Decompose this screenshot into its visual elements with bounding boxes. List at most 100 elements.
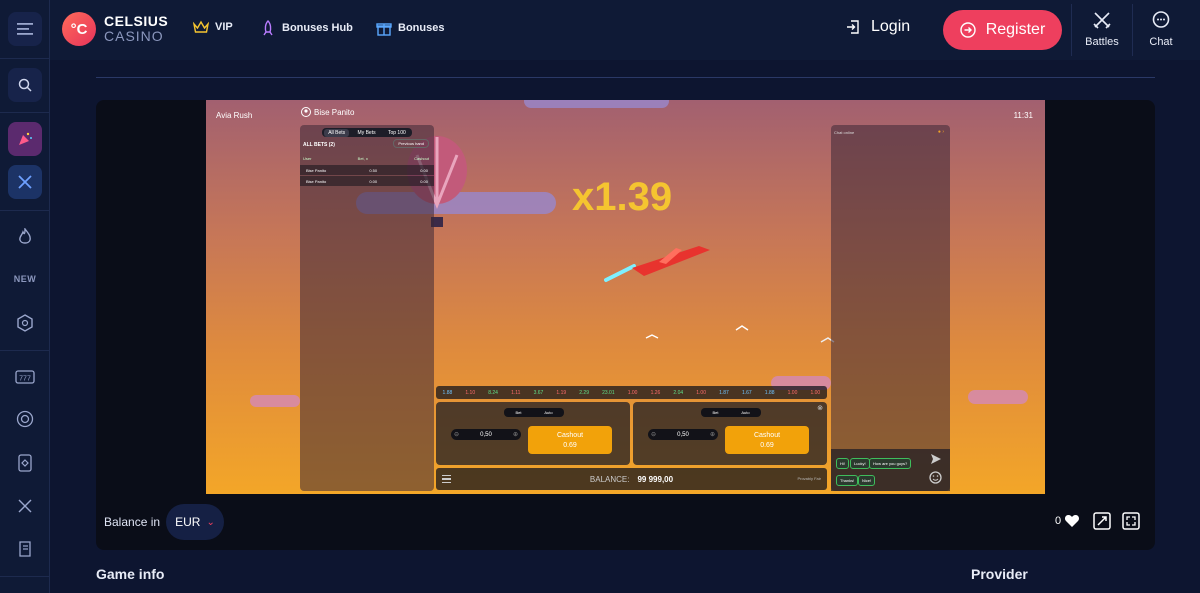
chevron-down-icon: ⌄ [206, 516, 215, 528]
game-canvas[interactable]: Avia Rush Bise Panito 11:31 x1.39 All Be… [206, 100, 1045, 494]
minus-icon[interactable]: ⊖ [454, 431, 459, 438]
chat-quick-reply[interactable]: Lucky! [850, 458, 870, 469]
gift-icon [376, 23, 392, 36]
search-button[interactable] [8, 68, 42, 102]
sidebar-item-new[interactable]: NEW [0, 274, 50, 284]
chat-panel-title: Chat online [834, 130, 855, 135]
user-icon [301, 107, 311, 117]
nav-bonuses[interactable]: Bonuses [376, 20, 444, 36]
emoji-icon[interactable] [929, 471, 942, 484]
send-icon[interactable] [930, 453, 942, 465]
sidebar-item-promotions[interactable] [8, 122, 42, 156]
crossed-swords-icon [1093, 12, 1111, 29]
document-icon [19, 541, 31, 557]
like-count: 0 [1055, 515, 1062, 527]
currency-select[interactable]: EUR ⌄ [166, 504, 224, 540]
fullscreen-icon[interactable] [1122, 512, 1140, 530]
table-row: Bise Panito 0.00 0.00 [300, 176, 434, 186]
register-label: Register [985, 21, 1046, 38]
tab-bet[interactable]: Bet [712, 410, 718, 415]
tab-auto[interactable]: Auto [741, 410, 749, 415]
sidebar-divider [0, 58, 50, 59]
cashout-button[interactable]: Cashout 0.69 [528, 426, 612, 454]
bet-amount-stepper[interactable]: ⊖ 0,50 ⊕ [648, 429, 718, 440]
nav-bonuses-hub[interactable]: Bonuses Hub [260, 20, 353, 36]
sidebar-item-battles[interactable] [8, 165, 42, 199]
history-item: 1.88 [764, 389, 775, 396]
nav-bonuses-label: Bonuses [398, 22, 445, 34]
history-item: 2.29 [579, 389, 589, 396]
menu-button[interactable] [8, 12, 42, 46]
sidebar-item-live[interactable] [14, 408, 36, 430]
tab-auto[interactable]: Auto [544, 410, 552, 415]
login-button[interactable]: Login [845, 18, 910, 36]
bet-amount-value: 0,50 [480, 431, 492, 438]
currency-value: EUR [175, 515, 201, 529]
history-item: 1.26 [650, 389, 661, 396]
provably-fair-link[interactable]: Provably Fair [797, 476, 821, 481]
bet-panel-1: Bet Auto ⊖ 0,50 ⊕ Cashout 0.69 [436, 402, 630, 465]
sidebar-item-slots[interactable]: 777 [14, 366, 36, 388]
bets-table-header: User Bet, x Cashout [303, 156, 429, 161]
playing-card-icon [18, 454, 32, 472]
crossed-swords-icon [18, 175, 32, 189]
slot-machine-icon: 777 [15, 370, 35, 384]
game-frame: Avia Rush Bise Panito 11:31 x1.39 All Be… [96, 100, 1155, 550]
history-item: 1.10 [465, 389, 476, 396]
theater-mode-icon[interactable] [1093, 512, 1111, 530]
history-item: 1.88 [442, 389, 453, 396]
bet-panel-2: Bet Auto ⊖ 0,50 ⊕ Cashout 0.69 ⊗ [633, 402, 827, 465]
cloud [250, 395, 300, 407]
close-icon[interactable]: ⊗ [817, 404, 823, 412]
sidebar-item-categories[interactable] [14, 312, 36, 334]
sidebar-item-table-games[interactable] [14, 452, 36, 474]
chat-bubble-icon [1152, 11, 1170, 28]
multiplier-display: x1.39 [572, 175, 673, 219]
cashout-label: Cashout [556, 432, 584, 439]
rocket-plane [604, 246, 710, 282]
row-bet: 0.00 [369, 178, 378, 184]
game-menu-icon[interactable] [442, 475, 451, 483]
chat-quick-reply[interactable]: Hi! [836, 458, 849, 469]
menu-icon [17, 23, 33, 35]
sidebar-item-sports[interactable] [14, 495, 36, 517]
sidebar: NEW 777 [0, 0, 50, 593]
battles-button[interactable]: Battles [1072, 10, 1132, 48]
tab-all-bets[interactable]: All Bets [324, 128, 350, 137]
tab-my-bets[interactable]: My Bets [354, 129, 380, 137]
nav-bonuses-hub-label: Bonuses Hub [282, 22, 353, 34]
history-item: 1.11 [511, 389, 521, 396]
chat-quick-reply[interactable]: How are you guys? [869, 458, 912, 469]
sidebar-item-hot[interactable] [14, 226, 36, 248]
register-button[interactable]: Register [943, 10, 1062, 50]
previous-hand-button[interactable]: Previous hand [393, 139, 429, 148]
like-button[interactable]: 0 [1055, 514, 1080, 528]
cashout-button[interactable]: Cashout 0.69 [725, 426, 809, 454]
tab-bet[interactable]: Bet [515, 410, 521, 415]
history-item: 3.67 [533, 389, 544, 396]
bets-panel: All Bets My Bets Top 100 ALL BETS (2) Pr… [300, 125, 434, 491]
bet-amount-stepper[interactable]: ⊖ 0,50 ⊕ [451, 429, 521, 440]
brand-logo[interactable]: °C CELSIUS CASINO [62, 12, 168, 46]
game-title: Avia Rush [216, 111, 253, 120]
cashout-value: 0.69 [563, 442, 577, 449]
history-item: 1.00 [787, 389, 798, 396]
nav-vip[interactable]: VIP [193, 20, 233, 34]
minus-icon[interactable]: ⊖ [651, 431, 656, 438]
tab-top-100[interactable]: Top 100 [384, 129, 410, 137]
plus-icon[interactable]: ⊕ [710, 431, 715, 438]
plus-icon[interactable]: ⊕ [513, 431, 518, 438]
cloud [524, 100, 669, 108]
all-bets-label: ALL BETS (2) [303, 142, 335, 148]
bet-mode-tabs: Bet Auto [701, 408, 761, 417]
chat-quick-reply[interactable]: Nice! [858, 475, 876, 486]
balance-bar: BALANCE: 99 999,00 Provably Fair [436, 468, 827, 490]
crown-icon [193, 20, 209, 33]
bet-mode-tabs: Bet Auto [504, 408, 564, 417]
sidebar-item-terms[interactable] [14, 538, 36, 560]
cloud [968, 390, 1028, 404]
chat-quick-reply[interactable]: Thanks! [836, 475, 859, 486]
col-user: User [303, 156, 312, 161]
chat-button[interactable]: Chat [1131, 10, 1191, 48]
chat-panel-controls[interactable]: ● › [938, 129, 944, 135]
